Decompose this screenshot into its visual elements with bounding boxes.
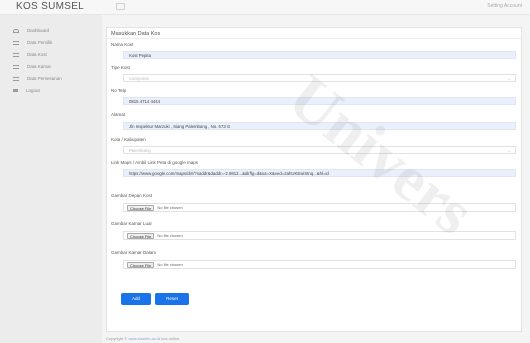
list-icon xyxy=(13,40,19,45)
footer-copyright: Copyright © xyxy=(106,336,128,341)
sidebar-item-data-kamar[interactable]: Data Kamar xyxy=(13,64,51,69)
sidebar-item-data-kost[interactable]: Data Kost xyxy=(13,52,47,57)
tipe-kost-label: Tipe Kost xyxy=(111,65,130,70)
form-title: Masukkan Data Kos xyxy=(107,28,521,39)
brand-title[interactable]: KOS SUMSEL xyxy=(16,1,84,12)
gambar-depan-label: Gambar Depan Kost xyxy=(111,193,153,198)
add-button[interactable]: Add xyxy=(121,293,151,305)
gambar-luar-file-input[interactable]: Choose File No file chosen xyxy=(123,231,516,240)
sidebar-item-dashboard[interactable]: Dashboard xyxy=(13,28,49,33)
alamat-label: Alamat xyxy=(111,112,126,117)
sidebar-item-data-pemilik[interactable]: Data Pemilik xyxy=(13,40,52,45)
sidebar-item-label: Logout xyxy=(26,88,40,93)
no-telp-input[interactable]: 0815 4714 4444 xyxy=(123,97,516,105)
sidebar-item-label: Data Pemilik xyxy=(27,40,53,45)
nama-kost-label: Nama Kost xyxy=(111,42,134,47)
gambar-luar-label: Gambar Kamar Luar xyxy=(111,221,153,226)
choose-file-button[interactable]: Choose File xyxy=(127,204,155,211)
tipe-kost-value: Campuran xyxy=(129,76,150,81)
kota-select[interactable]: Palembang ⌄ xyxy=(123,146,516,154)
setting-account-link[interactable]: Setting Account xyxy=(487,3,522,9)
file-status-text: No file chosen xyxy=(157,205,183,210)
nama-kost-input[interactable]: Kost Pepita xyxy=(123,51,516,59)
sidebar-item-data-pemesanan[interactable]: Data Pemesanan xyxy=(13,76,62,81)
chevron-down-icon: ⌄ xyxy=(507,76,511,81)
tipe-kost-select[interactable]: Campuran ⌄ xyxy=(123,74,516,82)
list-icon xyxy=(13,76,19,81)
maps-link-input[interactable]: https://www.google.com/maps/dir//?saddr&… xyxy=(123,169,516,177)
logout-icon xyxy=(13,89,18,92)
list-icon xyxy=(13,64,19,69)
top-navbar: KOS SUMSEL Setting Account xyxy=(0,0,530,15)
file-status-text: No file chosen xyxy=(157,233,183,238)
footer-link[interactable]: www.kosinfo.ac.id xyxy=(128,336,160,341)
dashboard-icon xyxy=(13,28,19,33)
gambar-dalam-label: Gambar Kamar Dalam xyxy=(111,250,157,255)
sidebar-item-label: Data Kost xyxy=(27,52,47,57)
sidebar-item-label: Data Pemesanan xyxy=(27,76,62,81)
form-card: Masukkan Data Kos Nama Kost Kost Pepita … xyxy=(106,27,522,332)
reset-button[interactable]: Reset xyxy=(155,293,189,305)
footer: Copyright © www.kosinfo.ac.id kos online… xyxy=(106,336,180,341)
kota-label: Kota / Kabupaten xyxy=(111,137,146,142)
file-status-text: No file chosen xyxy=(157,262,183,267)
chevron-down-icon: ⌄ xyxy=(507,148,511,153)
no-telp-label: No Telp xyxy=(111,88,127,93)
sidebar-item-logout[interactable]: Logout xyxy=(13,88,40,93)
choose-file-button[interactable]: Choose File xyxy=(127,232,155,239)
sidebar: Dashboard Data Pemilik Data Kost Data Ka… xyxy=(0,15,102,343)
maps-link-label: Link Maps / Ambil Link Peta di google ma… xyxy=(111,160,199,165)
list-icon xyxy=(13,52,19,57)
choose-file-button[interactable]: Choose File xyxy=(127,261,155,268)
footer-suffix: kos online. xyxy=(161,336,181,341)
main-content: Masukkan Data Kos Nama Kost Kost Pepita … xyxy=(102,15,530,343)
sidebar-item-label: Dashboard xyxy=(27,28,50,33)
gambar-dalam-file-input[interactable]: Choose File No file chosen xyxy=(123,260,516,269)
sidebar-toggle-button[interactable] xyxy=(116,3,125,10)
gambar-depan-file-input[interactable]: Choose File No file chosen xyxy=(123,203,516,212)
alamat-input[interactable]: Jln Inspektur Marzuki , Siang Palembang … xyxy=(123,122,516,130)
sidebar-item-label: Data Kamar xyxy=(27,64,52,69)
kota-value: Palembang xyxy=(129,148,151,153)
